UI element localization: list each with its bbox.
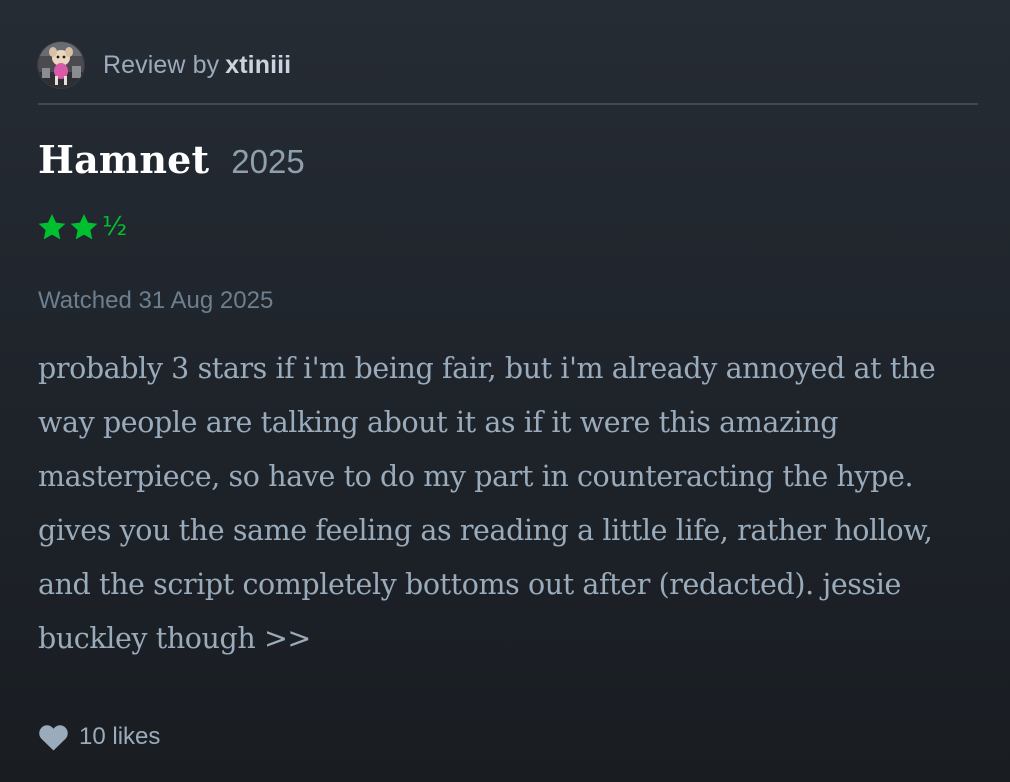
half-star-glyph: ½ [102, 212, 128, 242]
star-rating: ½ [37, 207, 127, 247]
review-by-label: Review by [103, 50, 220, 79]
likes-count: 10 likes [38, 718, 160, 756]
likes-label[interactable]: 10 likes [79, 723, 160, 751]
film-title-row: Hamnet 2025 [38, 137, 305, 182]
watched-date: Watched 31 Aug 2025 [38, 287, 274, 314]
review-header: Review by xtiniii [38, 41, 978, 89]
star-icon [38, 214, 66, 240]
reviewer-username-link[interactable]: xtiniii [225, 51, 291, 79]
reviewer-line: Review by xtiniii [103, 51, 291, 80]
avatar[interactable] [38, 42, 84, 88]
heart-icon[interactable] [38, 724, 69, 751]
film-title-link[interactable]: Hamnet [38, 137, 209, 182]
star-icon [70, 214, 98, 240]
film-year-link[interactable]: 2025 [231, 143, 304, 181]
header-divider [38, 103, 978, 105]
review-body-text: probably 3 stars if i'm being fair, but … [38, 352, 936, 655]
avatar-image [38, 42, 84, 88]
